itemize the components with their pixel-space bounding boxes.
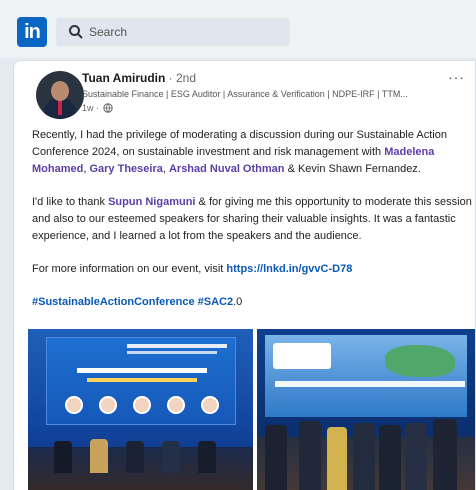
post-timestamp: 1w · bbox=[82, 103, 100, 113]
mention-link[interactable]: Gary Theseira bbox=[89, 163, 162, 175]
mention-link[interactable]: Supun Nigamuni bbox=[108, 196, 195, 208]
post-image-2[interactable] bbox=[257, 329, 475, 490]
stage-screen bbox=[46, 337, 236, 425]
event-link[interactable]: https://lnkd.in/gvvC-D78 bbox=[226, 263, 352, 275]
author-avatar[interactable] bbox=[36, 71, 84, 119]
post-body: Recently, I had the privilege of moderat… bbox=[32, 127, 474, 327]
separator: , bbox=[162, 163, 166, 175]
top-nav-bar: in Search bbox=[0, 0, 476, 58]
search-icon bbox=[69, 25, 83, 39]
post-paragraph-1: Recently, I had the privilege of moderat… bbox=[32, 127, 474, 178]
paragraph-text: I'd like to thank bbox=[32, 196, 106, 208]
post-paragraph-3: For more information on our event, visit… bbox=[32, 261, 474, 278]
hashtag-link[interactable]: #SAC2 bbox=[198, 296, 233, 308]
search-placeholder: Search bbox=[89, 25, 128, 39]
hashtag-suffix: .0 bbox=[233, 296, 243, 308]
globe-icon bbox=[103, 103, 113, 113]
post-meta: 1w · bbox=[82, 103, 113, 113]
post-hashtags: #SustainableActionConference #SAC2.0 bbox=[32, 294, 474, 311]
connection-degree: · 2nd bbox=[168, 71, 197, 85]
linkedin-logo[interactable]: in bbox=[17, 17, 47, 47]
author-name-text: Tuan Amirudin bbox=[82, 71, 166, 85]
search-input[interactable]: Search bbox=[56, 18, 290, 46]
feed-post-card: Tuan Amirudin · 2nd Sustainable Finance … bbox=[13, 60, 476, 490]
stage-screen bbox=[265, 335, 467, 417]
separator: , bbox=[83, 163, 87, 175]
author-name[interactable]: Tuan Amirudin · 2nd bbox=[82, 71, 196, 85]
mention-link[interactable]: Arshad Nuval Othman bbox=[169, 163, 285, 175]
hashtag-link[interactable]: #SustainableActionConference bbox=[32, 296, 195, 308]
author-headline: Sustainable Finance | ESG Auditor | Assu… bbox=[82, 89, 408, 99]
paragraph-text: For more information on our event, visit bbox=[32, 263, 224, 275]
post-image-1[interactable] bbox=[28, 329, 253, 490]
paragraph-text: & Kevin Shawn Fernandez. bbox=[287, 163, 421, 175]
more-options-icon[interactable]: ··· bbox=[448, 69, 465, 85]
post-paragraph-2: I'd like to thank Supun Nigamuni & for g… bbox=[32, 194, 474, 245]
